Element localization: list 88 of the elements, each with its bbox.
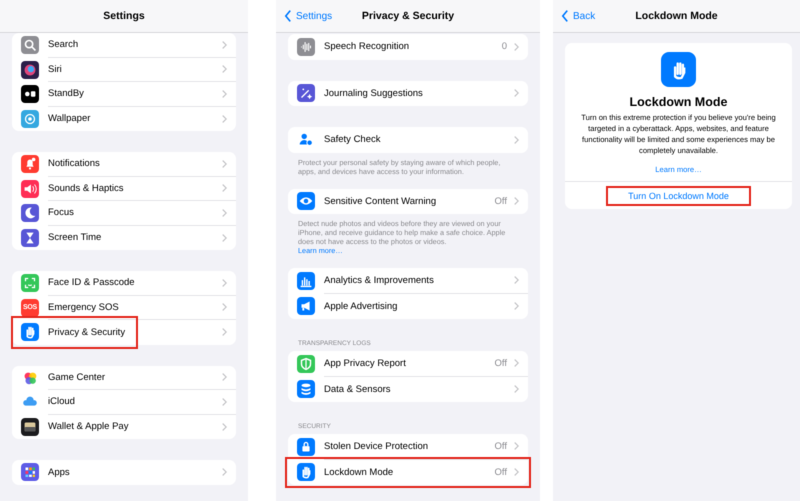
settings-row[interactable]: Apple Advertising xyxy=(288,294,528,319)
screen-title: Privacy & Security xyxy=(362,10,454,22)
hand-icon xyxy=(661,52,696,87)
chevron-icon xyxy=(221,88,227,99)
settings-row[interactable]: Stolen Device Protection Off xyxy=(288,434,528,460)
back-button[interactable]: Settings xyxy=(284,0,332,32)
chevron-icon xyxy=(221,183,227,194)
settings-row[interactable]: StandBy xyxy=(12,82,236,106)
row-label: Journaling Suggestions xyxy=(324,88,424,99)
row-label: Speech Recognition xyxy=(324,41,410,52)
chevron-icon xyxy=(221,114,227,124)
back-button[interactable]: Back xyxy=(561,0,596,32)
settings-row[interactable]: Siri xyxy=(12,58,236,82)
row-label: Emergency SOS xyxy=(48,302,120,313)
settings-row[interactable]: Speech Recognition 0 xyxy=(288,34,528,60)
row-value: Off xyxy=(494,196,507,207)
row-label: Focus xyxy=(48,207,75,218)
settings-row[interactable]: Lockdown Mode Off xyxy=(288,460,528,485)
row-label: Siri xyxy=(48,64,63,75)
chevron-icon xyxy=(513,467,519,478)
chevron-icon xyxy=(513,384,519,394)
chevron-icon xyxy=(221,158,227,169)
settings-row[interactable]: Game Center xyxy=(12,366,236,390)
chevron-icon xyxy=(221,40,227,50)
chevron-icon xyxy=(221,467,227,478)
chevron-icon xyxy=(221,278,227,288)
back-chevron-icon xyxy=(561,9,569,23)
chevron-icon xyxy=(513,358,519,368)
settings-row[interactable]: Analytics & Improvements xyxy=(288,268,528,294)
row-label: Analytics & Improvements xyxy=(324,274,435,286)
settings-row[interactable]: Focus xyxy=(12,201,236,226)
settings-row[interactable]: Notifications xyxy=(12,152,236,176)
settings-row[interactable]: Journaling Suggestions xyxy=(288,80,528,106)
settings-row[interactable]: Sounds & Haptics xyxy=(12,176,236,201)
row-label: App Privacy Report xyxy=(324,358,407,369)
chevron-icon xyxy=(221,327,227,338)
row-label: Search xyxy=(48,39,80,50)
settings-row[interactable]: Sensitive Content Warning Off xyxy=(288,188,528,214)
row-label: Wallet & Apple Pay xyxy=(48,421,130,432)
chevron-icon xyxy=(221,372,227,382)
settings-row[interactable]: Privacy & Security xyxy=(12,320,236,344)
row-label: Safety Check xyxy=(324,134,382,146)
settings-row[interactable]: Wallet & Apple Pay xyxy=(12,414,236,439)
chevron-icon xyxy=(513,42,519,52)
feature-heading: Lockdown Mode xyxy=(630,95,728,109)
chevron-icon xyxy=(221,208,227,218)
chevron-icon xyxy=(221,422,227,432)
row-label: Apple Advertising xyxy=(324,300,398,312)
settings-row[interactable]: iCloud xyxy=(12,390,236,414)
settings-row[interactable]: Screen Time xyxy=(12,226,236,250)
chevron-icon xyxy=(513,301,519,312)
row-label: StandBy xyxy=(48,88,85,100)
row-label: Stolen Device Protection xyxy=(324,440,430,452)
row-label: Data & Sensors xyxy=(324,384,392,395)
row-label: iCloud xyxy=(48,396,76,408)
row-value: Off xyxy=(494,358,507,369)
row-label: Lockdown Mode xyxy=(324,466,394,478)
chevron-icon xyxy=(221,396,227,407)
row-value: Off xyxy=(494,440,507,452)
row-label: Screen Time xyxy=(48,232,102,244)
row-value: 0 xyxy=(502,41,507,52)
settings-row[interactable]: Data & Sensors xyxy=(288,376,528,402)
screen-title: Settings xyxy=(103,10,145,22)
row-label: Wallpaper xyxy=(48,113,92,124)
row-label: Notifications xyxy=(48,158,101,170)
chevron-icon xyxy=(221,232,227,243)
chevron-icon xyxy=(221,302,227,312)
row-label: Apps xyxy=(48,466,71,478)
settings-row[interactable]: Apps xyxy=(12,460,236,484)
settings-row[interactable]: Safety Check xyxy=(288,127,528,152)
chevron-icon xyxy=(221,64,227,74)
turn-on-button[interactable]: Turn On Lockdown Mode xyxy=(606,186,751,206)
row-label: Game Center xyxy=(48,372,106,383)
row-label: Sensitive Content Warning xyxy=(324,196,438,207)
back-chevron-icon xyxy=(284,9,292,23)
chevron-icon xyxy=(513,275,519,286)
row-label: Sounds & Haptics xyxy=(48,182,125,194)
chevron-icon xyxy=(513,196,519,206)
chevron-icon xyxy=(513,441,519,452)
row-label: Privacy & Security xyxy=(48,326,126,338)
settings-row[interactable]: App Privacy Report Off xyxy=(288,351,528,376)
settings-row[interactable]: Face ID & Passcode xyxy=(12,271,236,296)
settings-row[interactable]: Wallpaper xyxy=(12,106,236,131)
row-value: Off xyxy=(494,466,507,478)
chevron-icon xyxy=(513,134,519,145)
screen-title: Lockdown Mode xyxy=(635,10,718,22)
chevron-icon xyxy=(513,88,519,98)
row-label: Face ID & Passcode xyxy=(48,277,136,288)
